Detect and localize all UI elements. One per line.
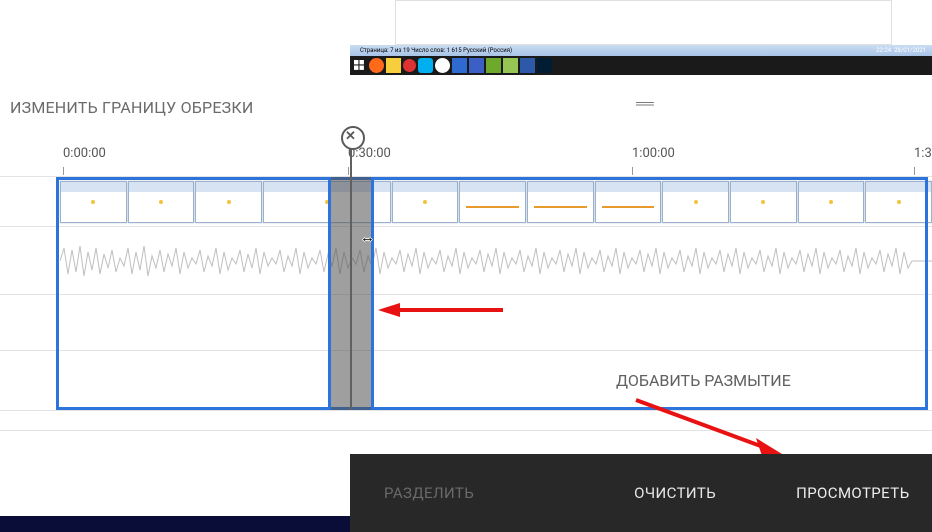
panel-resize-grip-icon[interactable]: ══: [636, 95, 652, 112]
timeline-ruler[interactable]: 0:00:00 0:30:00 1:00:00 1:30: [0, 132, 932, 177]
close-playhead-icon[interactable]: ✕: [345, 129, 356, 144]
app-icon-3: [486, 58, 501, 73]
chrome-icon: [435, 58, 450, 73]
thumbnail: [730, 181, 797, 223]
skype-icon: [418, 58, 433, 73]
video-preview-area: Страница: 7 из 19 Число слов: 1 615 Русс…: [0, 0, 932, 78]
thumbnail: [60, 181, 127, 223]
preview-screenshot: Страница: 7 из 19 Число слов: 1 615 Русс…: [350, 0, 932, 75]
clear-button[interactable]: ОЧИСТИТЬ: [634, 484, 716, 502]
word-icon: [520, 58, 535, 73]
thumbnail: [392, 181, 459, 223]
app-icon-2: [469, 58, 484, 73]
photoshop-icon: [537, 58, 552, 73]
app-icon-4: [503, 58, 518, 73]
video-track[interactable]: [0, 177, 932, 227]
preview-clock: 22:24 28/01/2021: [876, 45, 926, 56]
app-icon: [452, 58, 467, 73]
ruler-tick: 1:00:00: [632, 146, 675, 161]
windows-icon: [352, 58, 367, 73]
thumbnail: [527, 181, 594, 223]
audio-track[interactable]: [0, 227, 932, 295]
ruler-tick: 1:30: [914, 146, 932, 161]
thumbnail: [595, 181, 662, 223]
section-title: ИЗМЕНИТЬ ГРАНИЦУ ОБРЕЗКИ: [10, 98, 253, 117]
empty-track-2[interactable]: [0, 411, 932, 431]
file-explorer-icon: [386, 58, 401, 73]
thumbnail: [798, 181, 865, 223]
empty-track-1[interactable]: [0, 295, 932, 351]
preview-taskbar: [350, 56, 932, 75]
preview-status-text: Страница: 7 из 19 Число слов: 1 615 Русс…: [360, 47, 512, 54]
blur-track[interactable]: ДОБАВИТЬ РАЗМЫТИЕ: [0, 351, 932, 411]
thumbnail: [195, 181, 262, 223]
preview-button[interactable]: ПРОСМОТРЕТЬ: [796, 484, 909, 502]
preview-statusbar: Страница: 7 из 19 Число слов: 1 615 Русс…: [350, 45, 932, 56]
ruler-tick: 0:00:00: [63, 146, 106, 161]
date-text: 28/01/2021: [894, 47, 926, 54]
split-button[interactable]: РАЗДЕЛИТЬ: [384, 484, 474, 502]
opera-icon: [403, 59, 416, 72]
thumbnail: [459, 181, 526, 223]
video-thumbnails: [60, 181, 932, 223]
firefox-icon: [369, 58, 384, 73]
add-blur-label[interactable]: ДОБАВИТЬ РАЗМЫТИЕ: [616, 371, 791, 390]
thumbnail: [662, 181, 729, 223]
audio-waveform: [60, 238, 932, 284]
action-bar: РАЗДЕЛИТЬ ОЧИСТИТЬ ПРОСМОТРЕТЬ: [350, 454, 932, 532]
preview-doc: [395, 0, 892, 45]
timeline[interactable]: 0:00:00 0:30:00 1:00:00 1:30 ДОБ: [0, 132, 932, 432]
thumbnail: [128, 181, 195, 223]
clock-text: 22:24: [876, 47, 891, 54]
playhead[interactable]: ✕: [350, 132, 352, 410]
thumbnail: [865, 181, 932, 223]
bottom-taskbar-strip: [0, 516, 350, 532]
